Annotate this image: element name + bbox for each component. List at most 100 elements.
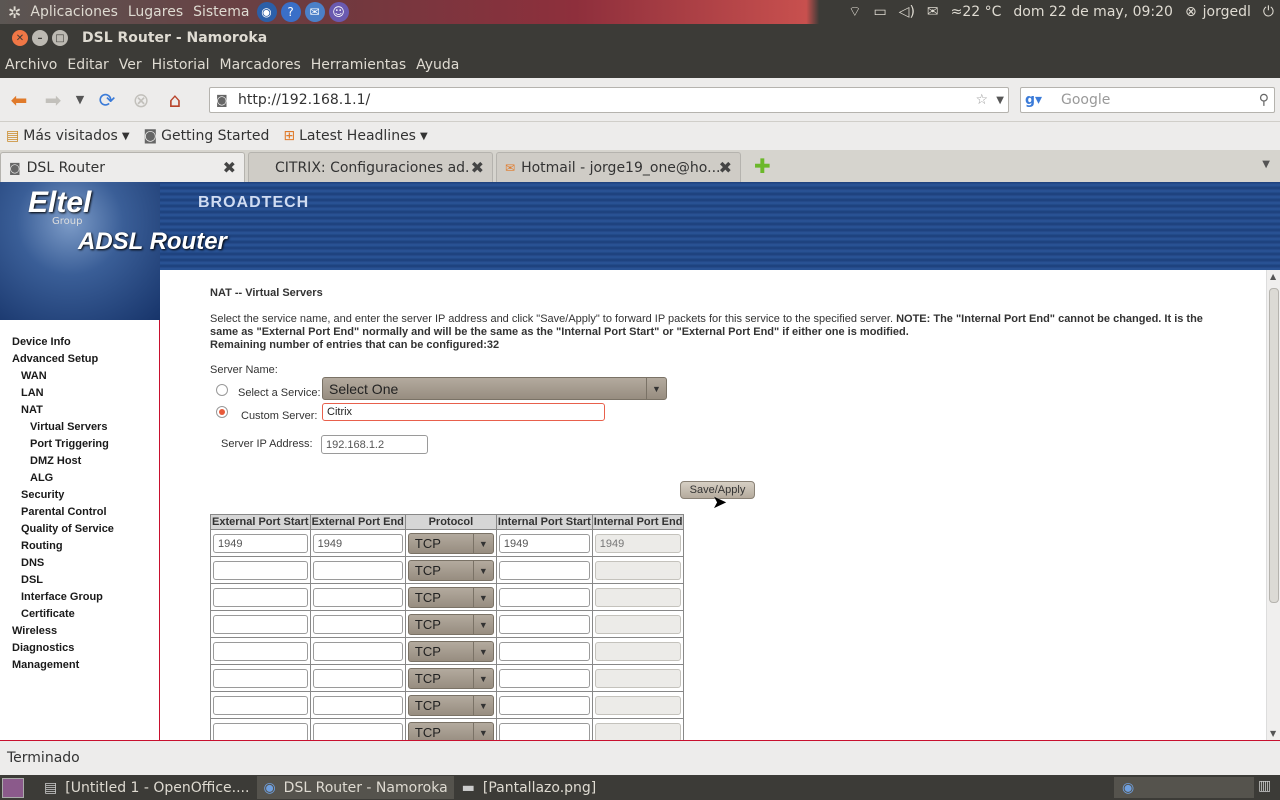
server-ip-input[interactable]: 192.168.1.2 — [321, 435, 428, 454]
task-openoffice[interactable]: ▤ [Untitled 1 - OpenOffice.... — [38, 776, 255, 799]
weather-indicator[interactable]: ≈22 °C — [945, 4, 1008, 20]
close-tab-icon[interactable]: ✖ — [223, 158, 236, 177]
external-port-start-input[interactable] — [213, 723, 308, 740]
internal-port-start-input[interactable] — [498, 669, 590, 688]
sidebar-item-diagnostics[interactable]: Diagnostics — [12, 642, 74, 654]
site-identity-icon[interactable]: ◙ — [216, 93, 228, 107]
window-titlebar[interactable]: ✕ – □ DSL Router - Namoroka — [0, 24, 1280, 52]
sidebar-item-port-triggering[interactable]: Port Triggering — [30, 438, 109, 450]
external-port-start-input[interactable] — [213, 669, 308, 688]
task-pantallazo[interactable]: ▬ [Pantallazo.png] — [456, 776, 603, 799]
messenger-launcher-icon[interactable]: ✉ — [304, 2, 325, 22]
menu-historial[interactable]: Historial — [147, 57, 215, 73]
sidebar-item-interface-group[interactable]: Interface Group — [21, 591, 103, 603]
url-dropdown-icon[interactable]: ▼ — [996, 95, 1004, 106]
task-dsl-router[interactable]: ◉ DSL Router - Namoroka — [257, 776, 454, 799]
show-desktop-icon[interactable] — [2, 777, 24, 798]
scrollbar-thumb[interactable] — [1269, 288, 1279, 603]
protocol-select[interactable]: TCP ▼ — [407, 641, 494, 662]
external-port-start-input[interactable] — [213, 642, 308, 661]
external-port-end-input[interactable] — [312, 615, 403, 634]
sidebar-item-management[interactable]: Management — [12, 659, 79, 671]
volume-icon[interactable]: ◁) — [893, 4, 921, 20]
internal-port-start-input[interactable] — [498, 723, 590, 740]
close-tab-icon[interactable]: ✖ — [719, 158, 732, 177]
service-select[interactable]: Select One ▼ — [322, 377, 667, 400]
bookmark-mas-visitados[interactable]: ▤ Más visitados ▼ — [6, 128, 130, 144]
battery-icon[interactable]: ▭ — [867, 4, 892, 20]
internal-port-start-input[interactable] — [498, 696, 590, 715]
sidebar-item-advanced-setup[interactable]: Advanced Setup — [12, 353, 98, 365]
external-port-start-input[interactable] — [213, 696, 308, 715]
scroll-down-icon[interactable]: ▼ — [1270, 729, 1276, 738]
protocol-select[interactable]: TCP ▼ — [407, 695, 494, 716]
sidebar-item-certificate[interactable]: Certificate — [21, 608, 75, 620]
sidebar-item-lan[interactable]: LAN — [21, 387, 44, 399]
close-tab-icon[interactable]: ✖ — [471, 158, 484, 177]
tab-citrix[interactable]: CITRIX: Configuraciones ad... ✖ — [248, 152, 493, 182]
sidebar-item-routing[interactable]: Routing — [21, 540, 63, 552]
maximize-window-button[interactable]: □ — [52, 30, 68, 46]
internal-port-start-input[interactable] — [498, 588, 590, 607]
custom-server-input[interactable]: Citrix — [322, 403, 605, 421]
search-icon[interactable]: ⚲ — [1259, 92, 1269, 108]
stop-icon[interactable]: ⊗ — [126, 85, 156, 115]
bookmark-star-icon[interactable]: ☆ — [975, 92, 988, 108]
bookmark-getting-started[interactable]: ◙ Getting Started — [144, 128, 270, 144]
sidebar-item-dsl[interactable]: DSL — [21, 574, 43, 586]
user-status-icon[interactable]: ⊗ — [1179, 4, 1197, 20]
menu-marcadores[interactable]: Marcadores — [215, 57, 306, 73]
external-port-end-input[interactable] — [312, 561, 403, 580]
search-bar[interactable]: g▾ Google ⚲ — [1020, 87, 1275, 113]
sidebar-item-nat[interactable]: NAT — [21, 404, 43, 416]
sidebar-item-security[interactable]: Security — [21, 489, 64, 501]
menu-sistema[interactable]: Sistema — [188, 4, 254, 20]
external-port-end-input[interactable] — [312, 669, 403, 688]
external-port-end-input[interactable] — [312, 642, 403, 661]
minimize-window-button[interactable]: – — [32, 30, 48, 46]
protocol-select[interactable]: TCP ▼ — [407, 722, 494, 740]
protocol-select[interactable]: TCP ▼ — [407, 668, 494, 689]
sidebar-item-dmz-host[interactable]: DMZ Host — [30, 455, 81, 467]
url-text[interactable]: http://192.168.1.1/ — [238, 92, 370, 108]
internal-port-start-input[interactable]: 1949 — [498, 534, 590, 553]
sidebar-item-quality-of-service[interactable]: Quality of Service — [21, 523, 114, 535]
tab-list-dropdown-icon[interactable]: ▼ — [1262, 159, 1270, 170]
new-tab-icon[interactable]: ✚ — [754, 154, 771, 178]
sidebar-item-alg[interactable]: ALG — [30, 472, 53, 484]
sidebar-item-virtual-servers[interactable]: Virtual Servers — [30, 421, 107, 433]
tab-dsl-router[interactable]: ◙ DSL Router ✖ — [0, 152, 245, 182]
close-window-button[interactable]: ✕ — [12, 30, 28, 46]
external-port-start-input[interactable] — [213, 561, 308, 580]
url-bar[interactable]: ◙ http://192.168.1.1/ ☆ ▼ — [209, 87, 1009, 113]
menu-archivo[interactable]: Archivo — [0, 57, 62, 73]
sidebar-item-dns[interactable]: DNS — [21, 557, 44, 569]
user-name[interactable]: jorgedl — [1197, 4, 1257, 20]
forward-arrow-icon[interactable]: ➡ — [38, 85, 68, 115]
select-service-radio[interactable] — [216, 384, 228, 396]
menu-ver[interactable]: Ver — [114, 57, 147, 73]
external-port-start-input[interactable] — [213, 588, 308, 607]
tab-hotmail[interactable]: ✉ Hotmail - jorge19_one@ho... ✖ — [496, 152, 741, 182]
pidgin-launcher-icon[interactable]: ☺ — [328, 2, 349, 22]
internal-port-start-input[interactable] — [498, 642, 590, 661]
reload-icon[interactable]: ⟳ — [92, 85, 122, 115]
back-arrow-icon[interactable]: ⬅ — [4, 85, 34, 115]
sidebar-item-device-info[interactable]: Device Info — [12, 336, 71, 348]
menu-herramientas[interactable]: Herramientas — [306, 57, 411, 73]
external-port-end-input[interactable] — [312, 588, 403, 607]
protocol-select[interactable]: TCP ▼ — [407, 533, 494, 554]
home-icon[interactable]: ⌂ — [160, 85, 190, 115]
ubuntu-logo-icon[interactable]: ✲ — [8, 3, 21, 22]
workspace-switcher-icon[interactable]: ◉ — [1114, 777, 1254, 798]
sidebar-item-wan[interactable]: WAN — [21, 370, 47, 382]
power-icon[interactable]: ⏻ — [1257, 4, 1280, 20]
vertical-scrollbar[interactable]: ▲ ▼ — [1266, 270, 1280, 740]
custom-server-radio[interactable] — [216, 406, 228, 418]
sidebar-item-parental-control[interactable]: Parental Control — [21, 506, 107, 518]
clock[interactable]: dom 22 de may, 09:20 — [1007, 4, 1179, 20]
trash-icon[interactable]: ▥ — [1258, 778, 1271, 794]
mail-icon[interactable]: ✉ — [921, 4, 945, 20]
help-launcher-icon[interactable]: ? — [280, 2, 301, 22]
menu-editar[interactable]: Editar — [62, 57, 113, 73]
